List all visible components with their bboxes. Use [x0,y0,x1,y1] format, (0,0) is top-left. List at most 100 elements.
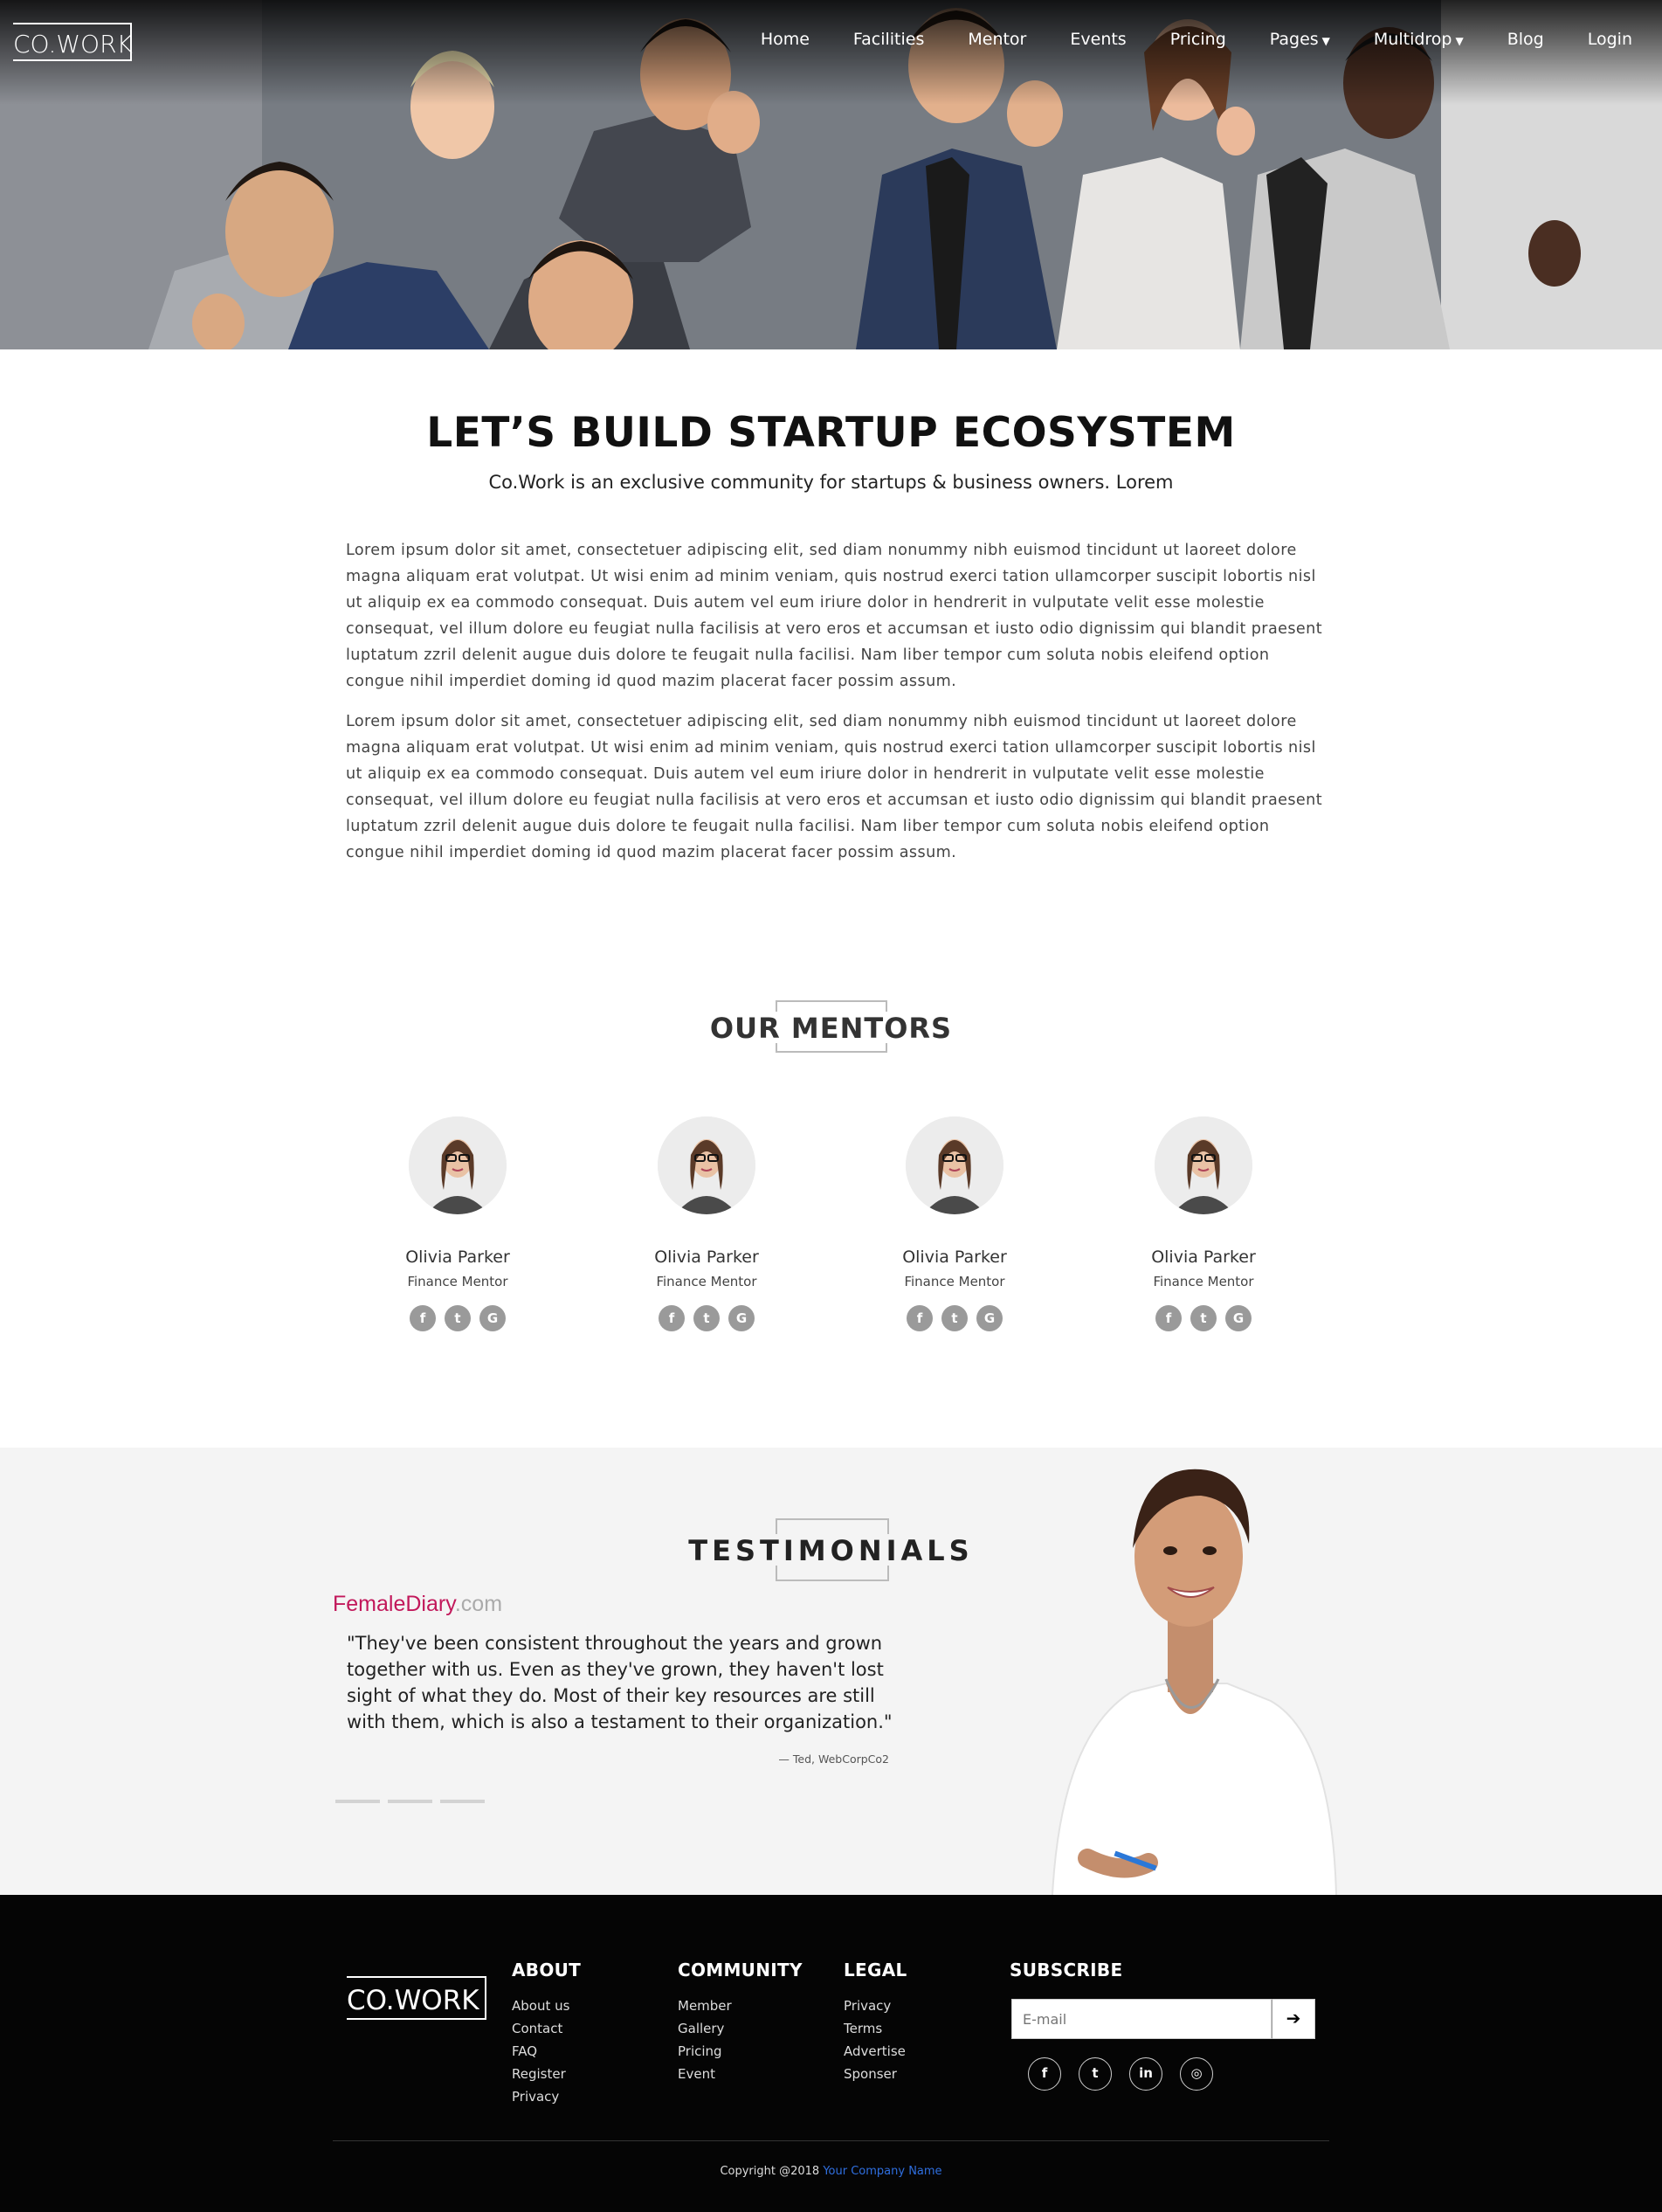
google-plus-icon[interactable]: G [976,1305,1003,1331]
footer-column-subscribe: SUBSCRIBE [1010,1960,1122,1994]
nav-blog[interactable]: Blog [1507,30,1544,49]
mentor-name: Olivia Parker [902,1248,1007,1267]
facebook-icon[interactable]: f [1028,2057,1061,2091]
intro-subtitle: Co.Work is an exclusive community for st… [488,472,1174,493]
twitter-icon[interactable]: t [445,1305,471,1331]
nav-login[interactable]: Login [1588,30,1632,49]
footer-link[interactable]: Privacy [512,2085,581,2108]
mentor-role: Finance Mentor [904,1274,1005,1289]
footer-column-title: ABOUT [512,1960,582,1980]
nav-home[interactable]: Home [761,30,810,49]
nav-multidrop-label: Multidrop [1373,30,1452,49]
site-logo[interactable]: CO.WORK [13,23,133,61]
testimonials-title: TESTIMONIALS [688,1534,974,1567]
footer-link[interactable]: Member [678,1994,803,2017]
intro-title: LET’S BUILD STARTUP ECOSYSTEM [426,409,1236,457]
nav-facilities[interactable]: Facilities [853,30,924,49]
hero-dark-overlay [0,0,1662,105]
footer-link[interactable]: Privacy [844,1994,907,2017]
nav-pages-label: Pages [1269,30,1319,49]
footer-logo-text: CO.WORK [347,1985,479,2016]
mentor-role: Finance Mentor [1153,1274,1254,1289]
carousel-indicators [335,1800,485,1803]
linkedin-icon[interactable]: in [1129,2057,1162,2091]
instagram-icon[interactable]: ◎ [1180,2057,1213,2091]
footer-link[interactable]: Advertise [844,2040,907,2063]
mentor-avatar[interactable] [906,1116,1003,1214]
nav-pages-dropdown[interactable]: Pages ▼ [1270,30,1330,49]
logo-text: CO.WORK [13,30,133,59]
subscribe-title: SUBSCRIBE [1010,1960,1123,1980]
footer-link[interactable]: FAQ [512,2040,581,2063]
twitter-icon[interactable]: t [1079,2057,1112,2091]
nav-mentor[interactable]: Mentor [968,30,1026,49]
intro-paragraph: Lorem ipsum dolor sit amet, consectetuer… [346,542,1322,690]
mentor-name: Olivia Parker [654,1248,759,1267]
mentor-social-links: f t G [375,1305,541,1331]
mentor-social-links: f t G [1121,1305,1286,1331]
mentor-card: Olivia Parker Finance Mentor f t G [375,1116,541,1331]
footer-divider [333,2140,1329,2141]
carousel-indicator[interactable] [388,1800,432,1803]
twitter-icon[interactable]: t [693,1305,720,1331]
mentor-card: Olivia Parker Finance Mentor f t G [1121,1116,1286,1331]
footer-link[interactable]: Sponser [844,2063,907,2085]
main-nav: Home Facilities Mentor Events Pricing Pa… [717,30,1632,49]
google-plus-icon[interactable]: G [479,1305,506,1331]
mentor-avatar[interactable] [1155,1116,1252,1214]
twitter-icon[interactable]: t [1190,1305,1217,1331]
nav-login-label: Login [1587,30,1632,49]
mentor-name: Olivia Parker [405,1248,510,1267]
facebook-icon[interactable]: f [907,1305,933,1331]
carousel-indicator[interactable] [440,1800,485,1803]
footer-link[interactable]: Pricing [678,2040,803,2063]
footer-link[interactable]: About us [512,1994,581,2017]
footer-link[interactable]: Contact [512,2017,581,2040]
mentor-avatar[interactable] [409,1116,507,1214]
mentor-name: Olivia Parker [1151,1248,1256,1267]
caret-down-icon: ▼ [1455,35,1464,47]
testimonial-person-photo [1052,1469,1337,1895]
mentor-avatar[interactable] [658,1116,755,1214]
nav-pricing[interactable]: Pricing [1170,30,1226,49]
footer-column-community: COMMUNITY Member Gallery Pricing Event [678,1960,803,2085]
facebook-icon[interactable]: f [410,1305,436,1331]
subscribe-button[interactable]: ➔ [1272,1999,1315,2039]
nav-mentor-label: Mentor [968,30,1027,49]
brand-suffix: .com [454,1592,503,1616]
facebook-icon[interactable]: f [659,1305,685,1331]
footer-link[interactable]: Register [512,2063,581,2085]
mentors-title: OUR MENTORS [709,1012,953,1045]
footer-link[interactable]: Gallery [678,2017,803,2040]
testimonial-quote: "They've been consistent throughout the … [347,1633,893,1732]
footer-column-legal: LEGAL Privacy Terms Advertise Sponser [844,1960,907,2085]
footer-column-title: COMMUNITY [678,1960,803,1980]
twitter-icon[interactable]: t [941,1305,968,1331]
copyright-text: Copyright @2018 [720,2165,820,2178]
copyright: Copyright @2018 Your Company Name [0,2165,1662,2178]
footer-column-title: LEGAL [844,1960,907,1980]
footer-column-about: ABOUT About us Contact FAQ Register Priv… [512,1960,581,2108]
nav-facilities-label: Facilities [852,30,925,49]
footer-logo[interactable]: CO.WORK [347,1976,486,2020]
nav-blog-label: Blog [1507,30,1544,49]
nav-multidrop-dropdown[interactable]: Multidrop ▼ [1374,30,1464,49]
google-plus-icon[interactable]: G [728,1305,755,1331]
email-field[interactable] [1011,1999,1272,2039]
nav-events[interactable]: Events [1070,30,1126,49]
testimonial-brand-logo: FemaleDiary.com [333,1592,502,1617]
google-plus-icon[interactable]: G [1225,1305,1252,1331]
mentor-social-links: f t G [872,1305,1038,1331]
mentor-role: Finance Mentor [407,1274,508,1289]
mentor-social-links: f t G [624,1305,790,1331]
facebook-icon[interactable]: f [1155,1305,1182,1331]
intro-paragraph: Lorem ipsum dolor sit amet, consectetuer… [346,713,1322,861]
footer-link[interactable]: Event [678,2063,803,2085]
mentor-card: Olivia Parker Finance Mentor f t G [624,1116,790,1331]
subscribe-form: ➔ [1011,1999,1315,2039]
nav-pricing-label: Pricing [1169,30,1226,49]
carousel-indicator[interactable] [335,1800,380,1803]
footer-link[interactable]: Terms [844,2017,907,2040]
caret-down-icon: ▼ [1321,35,1330,47]
company-link[interactable]: Your Company Name [823,2165,941,2178]
